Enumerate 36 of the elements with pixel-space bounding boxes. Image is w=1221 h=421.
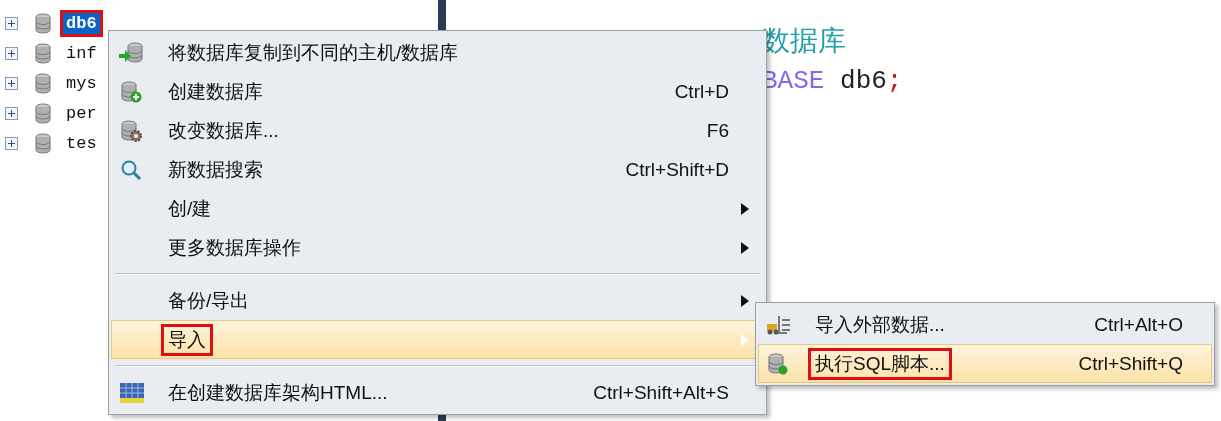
tree-item[interactable]: tes — [63, 133, 100, 154]
database-icon — [35, 72, 51, 95]
expand-toggle[interactable] — [5, 17, 18, 30]
menu-item[interactable]: 新数据搜索 Ctrl+Shift+D — [111, 150, 764, 189]
database-icon — [35, 132, 51, 155]
submenu-arrow-icon — [741, 241, 749, 254]
expand-toggle[interactable] — [5, 47, 18, 60]
database-gear-icon — [119, 119, 145, 142]
menu-item[interactable]: 创建数据库 Ctrl+D — [111, 72, 764, 111]
tree-item[interactable]: inf — [63, 43, 100, 64]
forklift-icon — [766, 313, 792, 336]
menu-item[interactable]: 将数据库复制到不同的主机/数据库 — [111, 33, 764, 72]
menu-item[interactable]: 创/建 — [111, 189, 764, 228]
submenu-arrow-icon — [741, 294, 749, 307]
grid-icon — [119, 381, 145, 404]
expand-toggle[interactable] — [5, 107, 18, 120]
submenu-arrow-icon — [741, 202, 749, 215]
shortcut-label: Ctrl+Shift+Q — [1078, 352, 1183, 375]
database-icon — [35, 102, 51, 125]
shortcut-label: Ctrl+Shift+Alt+S — [593, 381, 729, 404]
tree-item[interactable]: mys — [63, 73, 100, 94]
expand-toggle[interactable] — [5, 77, 18, 90]
database-icon — [35, 42, 51, 65]
shortcut-label: Ctrl+Shift+D — [625, 158, 729, 181]
tree-item[interactable]: db6 — [63, 13, 100, 34]
menu-item[interactable]: 改变数据库... F6 — [111, 111, 764, 150]
tree-item[interactable]: per — [63, 103, 100, 124]
shortcut-label: F6 — [706, 119, 729, 142]
shortcut-label: Ctrl+Alt+O — [1094, 313, 1183, 336]
database-arrow-icon — [119, 41, 145, 64]
menu-item[interactable]: 更多数据库操作 — [111, 228, 764, 267]
shortcut-label: Ctrl+D — [674, 80, 729, 103]
expand-toggle[interactable] — [5, 137, 18, 150]
submenu-arrow-icon — [741, 333, 749, 346]
database-icon — [35, 12, 51, 35]
menu-item[interactable]: 执行SQL脚本... Ctrl+Shift+Q — [758, 344, 1212, 383]
